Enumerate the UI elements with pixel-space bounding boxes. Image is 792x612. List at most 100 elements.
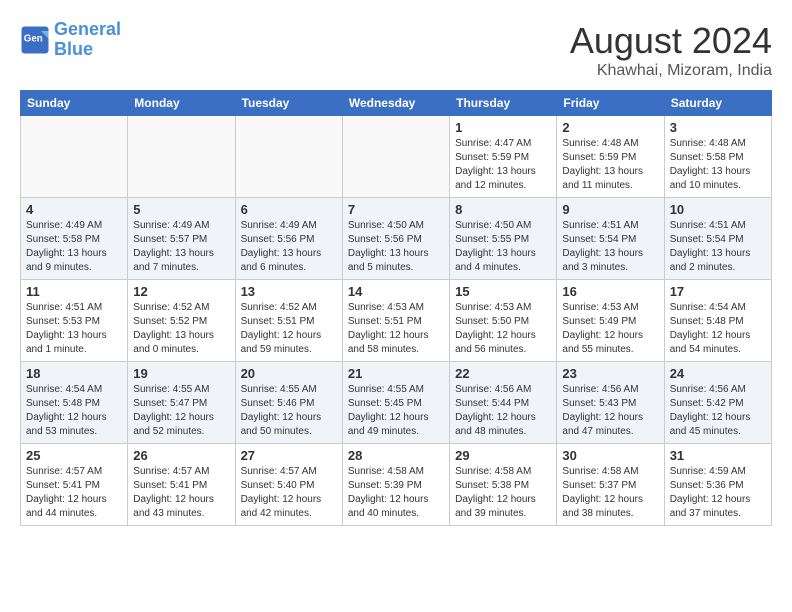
calendar-cell: 30 Sunrise: 4:58 AM Sunset: 5:37 PM Dayli…: [557, 444, 664, 526]
day-number: 21: [348, 366, 444, 381]
day-number: 16: [562, 284, 658, 299]
weekday-header-sunday: Sunday: [21, 91, 128, 116]
logo-icon: Gen: [20, 25, 50, 55]
title-section: August 2024 Khawhai, Mizoram, India: [570, 20, 772, 80]
day-info: Sunrise: 4:50 AM Sunset: 5:56 PM Dayligh…: [348, 219, 444, 275]
day-number: 1: [455, 120, 551, 135]
calendar-cell: 14 Sunrise: 4:53 AM Sunset: 5:51 PM Dayli…: [342, 280, 449, 362]
calendar-cell: 4 Sunrise: 4:49 AM Sunset: 5:58 PM Daylig…: [21, 198, 128, 280]
day-info: Sunrise: 4:53 AM Sunset: 5:50 PM Dayligh…: [455, 301, 551, 357]
day-number: 27: [241, 448, 337, 463]
calendar-cell: 27 Sunrise: 4:57 AM Sunset: 5:40 PM Dayli…: [235, 444, 342, 526]
day-info: Sunrise: 4:49 AM Sunset: 5:58 PM Dayligh…: [26, 219, 122, 275]
calendar-cell: 1 Sunrise: 4:47 AM Sunset: 5:59 PM Daylig…: [450, 116, 557, 198]
day-info: Sunrise: 4:51 AM Sunset: 5:53 PM Dayligh…: [26, 301, 122, 357]
day-info: Sunrise: 4:49 AM Sunset: 5:57 PM Dayligh…: [133, 219, 229, 275]
day-info: Sunrise: 4:58 AM Sunset: 5:38 PM Dayligh…: [455, 465, 551, 521]
calendar-cell: 3Sunrise: 4:48 AM Sunset: 5:58 PM Daylig…: [664, 116, 771, 198]
calendar-cell: [128, 116, 235, 198]
weekday-header-monday: Monday: [128, 91, 235, 116]
day-info: Sunrise: 4:56 AM Sunset: 5:44 PM Dayligh…: [455, 383, 551, 439]
day-number: 25: [26, 448, 122, 463]
day-number: 17: [670, 284, 766, 299]
calendar-cell: 13 Sunrise: 4:52 AM Sunset: 5:51 PM Dayli…: [235, 280, 342, 362]
calendar-cell: 8 Sunrise: 4:50 AM Sunset: 5:55 PM Daylig…: [450, 198, 557, 280]
day-info: Sunrise: 4:54 AM Sunset: 5:48 PM Dayligh…: [670, 301, 766, 357]
day-info: Sunrise: 4:57 AM Sunset: 5:41 PM Dayligh…: [133, 465, 229, 521]
calendar-cell: [235, 116, 342, 198]
day-info: Sunrise: 4:53 AM Sunset: 5:51 PM Dayligh…: [348, 301, 444, 357]
day-number: 30: [562, 448, 658, 463]
day-number: 8: [455, 202, 551, 217]
day-number: 15: [455, 284, 551, 299]
calendar-cell: 18 Sunrise: 4:54 AM Sunset: 5:48 PM Dayli…: [21, 362, 128, 444]
calendar-cell: 12 Sunrise: 4:52 AM Sunset: 5:52 PM Dayli…: [128, 280, 235, 362]
day-number: 4: [26, 202, 122, 217]
weekday-header-wednesday: Wednesday: [342, 91, 449, 116]
day-number: 26: [133, 448, 229, 463]
day-info: Sunrise: 4:57 AM Sunset: 5:40 PM Dayligh…: [241, 465, 337, 521]
calendar-cell: 15 Sunrise: 4:53 AM Sunset: 5:50 PM Dayli…: [450, 280, 557, 362]
day-number: 11: [26, 284, 122, 299]
calendar-cell: 24Sunrise: 4:56 AM Sunset: 5:42 PM Dayli…: [664, 362, 771, 444]
day-info: Sunrise: 4:59 AM Sunset: 5:36 PM Dayligh…: [670, 465, 766, 521]
day-info: Sunrise: 4:56 AM Sunset: 5:42 PM Dayligh…: [670, 383, 766, 439]
day-info: Sunrise: 4:52 AM Sunset: 5:51 PM Dayligh…: [241, 301, 337, 357]
day-number: 31: [670, 448, 766, 463]
calendar-cell: 29 Sunrise: 4:58 AM Sunset: 5:38 PM Dayli…: [450, 444, 557, 526]
day-number: 18: [26, 366, 122, 381]
calendar-cell: 16Sunrise: 4:53 AM Sunset: 5:49 PM Dayli…: [557, 280, 664, 362]
day-number: 14: [348, 284, 444, 299]
day-number: 29: [455, 448, 551, 463]
day-info: Sunrise: 4:55 AM Sunset: 5:46 PM Dayligh…: [241, 383, 337, 439]
calendar-cell: 17 Sunrise: 4:54 AM Sunset: 5:48 PM Dayli…: [664, 280, 771, 362]
day-info: Sunrise: 4:48 AM Sunset: 5:59 PM Dayligh…: [562, 137, 658, 193]
logo: Gen General Blue: [20, 20, 121, 60]
day-number: 9: [562, 202, 658, 217]
calendar-cell: [21, 116, 128, 198]
weekday-header-thursday: Thursday: [450, 91, 557, 116]
calendar-cell: 5Sunrise: 4:49 AM Sunset: 5:57 PM Daylig…: [128, 198, 235, 280]
day-number: 23: [562, 366, 658, 381]
day-info: Sunrise: 4:58 AM Sunset: 5:39 PM Dayligh…: [348, 465, 444, 521]
day-number: 7: [348, 202, 444, 217]
calendar-table: SundayMondayTuesdayWednesdayThursdayFrid…: [20, 90, 772, 526]
calendar-cell: 23 Sunrise: 4:56 AM Sunset: 5:43 PM Dayli…: [557, 362, 664, 444]
calendar-cell: 7 Sunrise: 4:50 AM Sunset: 5:56 PM Daylig…: [342, 198, 449, 280]
calendar-cell: 21Sunrise: 4:55 AM Sunset: 5:45 PM Dayli…: [342, 362, 449, 444]
weekday-header-saturday: Saturday: [664, 91, 771, 116]
day-number: 12: [133, 284, 229, 299]
calendar-cell: 20Sunrise: 4:55 AM Sunset: 5:46 PM Dayli…: [235, 362, 342, 444]
day-info: Sunrise: 4:56 AM Sunset: 5:43 PM Dayligh…: [562, 383, 658, 439]
day-number: 28: [348, 448, 444, 463]
calendar-cell: 9Sunrise: 4:51 AM Sunset: 5:54 PM Daylig…: [557, 198, 664, 280]
logo-text: General Blue: [54, 20, 121, 60]
day-number: 19: [133, 366, 229, 381]
header: Gen General Blue August 2024 Khawhai, Mi…: [20, 20, 772, 80]
day-info: Sunrise: 4:51 AM Sunset: 5:54 PM Dayligh…: [670, 219, 766, 275]
day-info: Sunrise: 4:50 AM Sunset: 5:55 PM Dayligh…: [455, 219, 551, 275]
day-info: Sunrise: 4:48 AM Sunset: 5:58 PM Dayligh…: [670, 137, 766, 193]
day-number: 2: [562, 120, 658, 135]
weekday-header-row: SundayMondayTuesdayWednesdayThursdayFrid…: [21, 91, 772, 116]
day-info: Sunrise: 4:57 AM Sunset: 5:41 PM Dayligh…: [26, 465, 122, 521]
weekday-header-friday: Friday: [557, 91, 664, 116]
calendar-cell: 11 Sunrise: 4:51 AM Sunset: 5:53 PM Dayli…: [21, 280, 128, 362]
calendar-cell: 19Sunrise: 4:55 AM Sunset: 5:47 PM Dayli…: [128, 362, 235, 444]
day-info: Sunrise: 4:52 AM Sunset: 5:52 PM Dayligh…: [133, 301, 229, 357]
calendar-cell: 6Sunrise: 4:49 AM Sunset: 5:56 PM Daylig…: [235, 198, 342, 280]
calendar-cell: 25 Sunrise: 4:57 AM Sunset: 5:41 PM Dayli…: [21, 444, 128, 526]
week-row-5: 25 Sunrise: 4:57 AM Sunset: 5:41 PM Dayli…: [21, 444, 772, 526]
week-row-3: 11 Sunrise: 4:51 AM Sunset: 5:53 PM Dayli…: [21, 280, 772, 362]
svg-text:Gen: Gen: [24, 33, 43, 44]
week-row-2: 4 Sunrise: 4:49 AM Sunset: 5:58 PM Daylig…: [21, 198, 772, 280]
week-row-4: 18 Sunrise: 4:54 AM Sunset: 5:48 PM Dayli…: [21, 362, 772, 444]
day-number: 13: [241, 284, 337, 299]
weekday-header-tuesday: Tuesday: [235, 91, 342, 116]
day-info: Sunrise: 4:58 AM Sunset: 5:37 PM Dayligh…: [562, 465, 658, 521]
calendar-cell: 2 Sunrise: 4:48 AM Sunset: 5:59 PM Daylig…: [557, 116, 664, 198]
day-info: Sunrise: 4:47 AM Sunset: 5:59 PM Dayligh…: [455, 137, 551, 193]
day-number: 10: [670, 202, 766, 217]
day-number: 6: [241, 202, 337, 217]
day-info: Sunrise: 4:54 AM Sunset: 5:48 PM Dayligh…: [26, 383, 122, 439]
